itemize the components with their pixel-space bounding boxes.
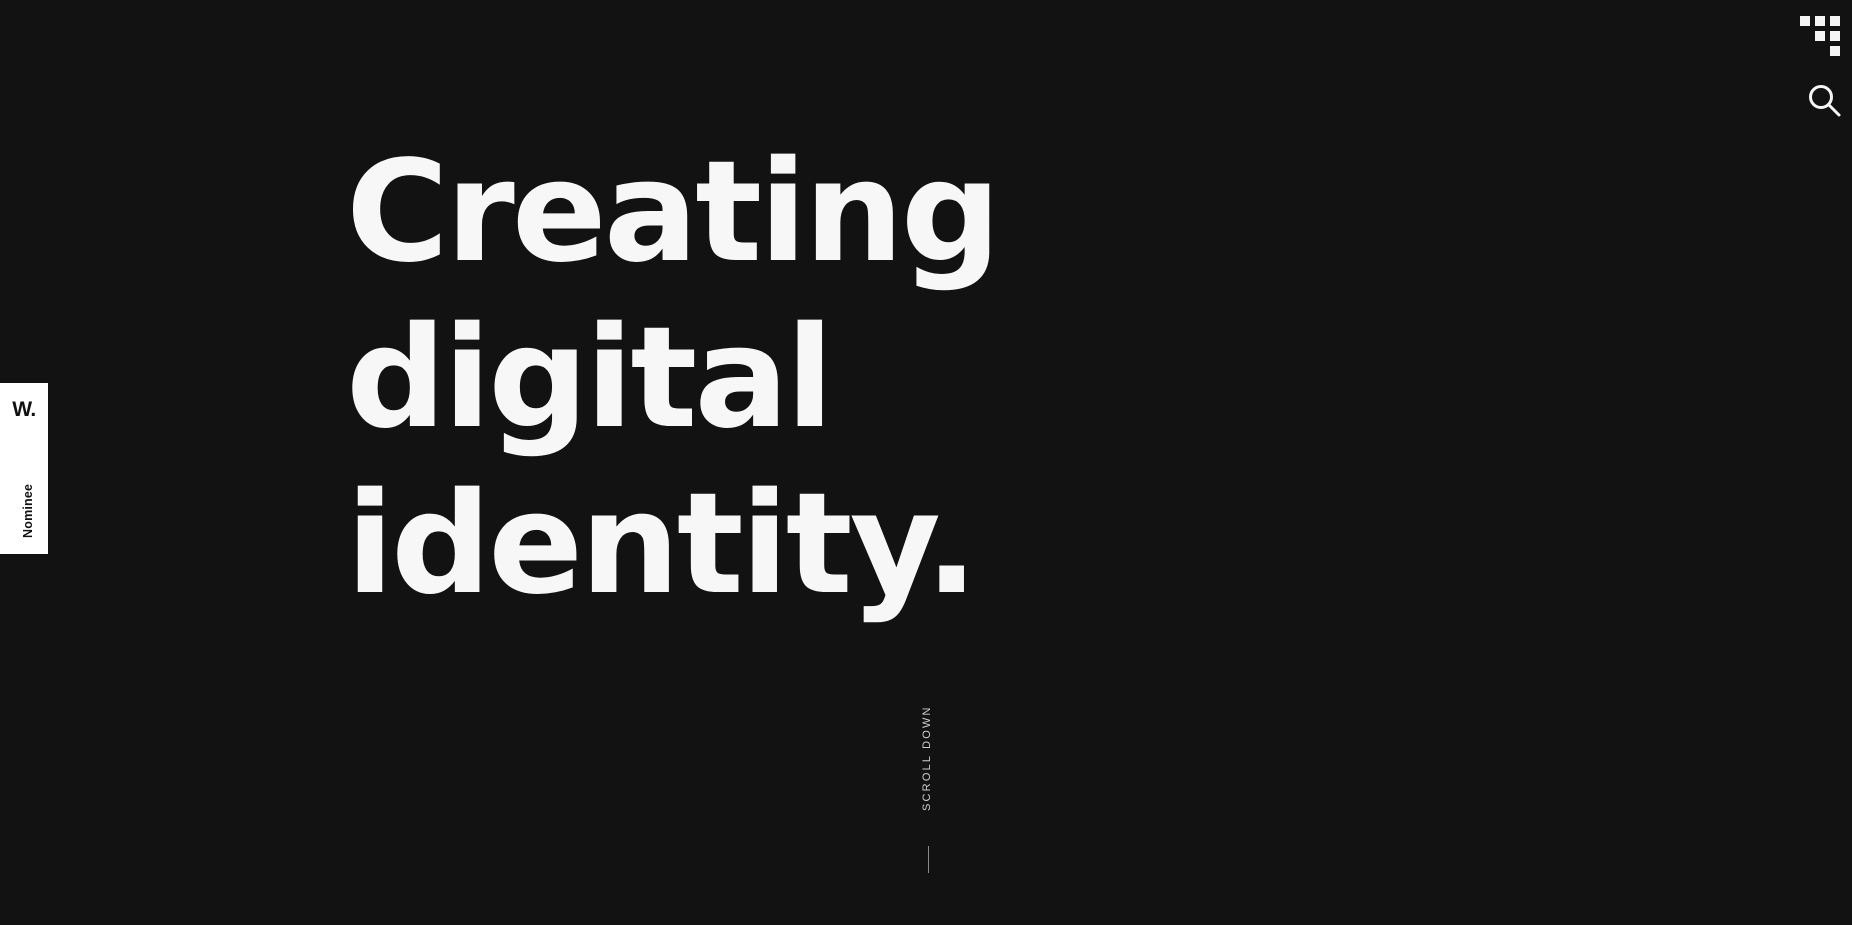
scroll-line-divider xyxy=(928,846,929,873)
hero-headline: Creating digital identity. xyxy=(346,130,1146,628)
scroll-down-label: SCROLL DOWN xyxy=(921,705,933,811)
menu-button[interactable] xyxy=(1800,16,1842,58)
hero-line: Creating xyxy=(346,131,1001,294)
hero-line: identity. xyxy=(346,463,978,626)
nominee-label: Nominee xyxy=(21,483,35,538)
pixel-grid-menu-icon xyxy=(1800,16,1840,56)
scroll-down-indicator[interactable]: SCROLL DOWN xyxy=(921,698,935,878)
hero-line: digital xyxy=(346,297,834,460)
awwwards-logo: W. xyxy=(12,398,36,421)
awwwards-nominee-badge[interactable]: W. Nominee xyxy=(0,383,48,554)
search-icon xyxy=(1809,85,1841,117)
search-button[interactable] xyxy=(1808,84,1842,118)
